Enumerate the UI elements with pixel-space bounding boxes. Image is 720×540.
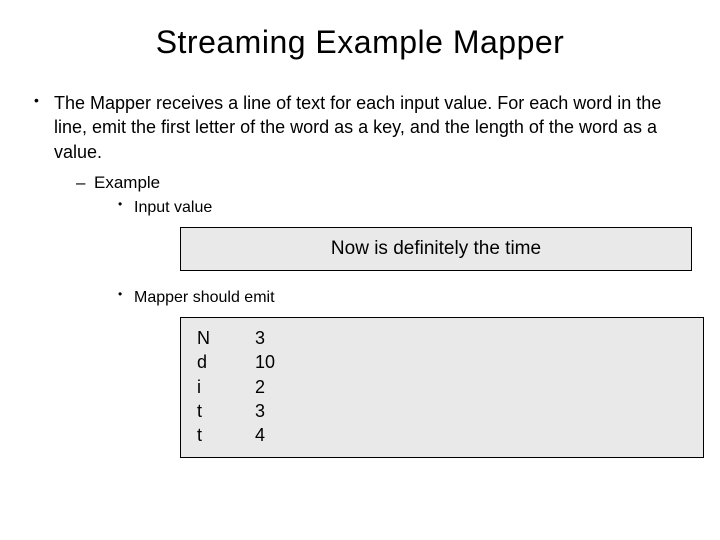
bullet-main-text: The Mapper receives a line of text for e… [54, 93, 661, 162]
output-key: d [197, 350, 255, 374]
output-value: 3 [255, 399, 265, 423]
input-box: Now is definitely the time [180, 227, 692, 271]
output-row: i 2 [197, 375, 687, 399]
output-box: N 3 d 10 i 2 [180, 317, 704, 458]
bullet-mapper-emit: Mapper should emit N 3 d 10 [116, 285, 690, 458]
bullet-list-level2: Example Input value Now is definitely th… [76, 170, 690, 459]
bullet-list-level1: The Mapper receives a line of text for e… [30, 91, 690, 458]
output-key: t [197, 399, 255, 423]
slide: Streaming Example Mapper The Mapper rece… [0, 0, 720, 540]
output-key: N [197, 326, 255, 350]
slide-title: Streaming Example Mapper [0, 0, 720, 61]
bullet-emit-label: Mapper should emit [134, 289, 275, 306]
output-row: d 10 [197, 350, 687, 374]
bullet-input-label: Input value [134, 199, 212, 216]
input-box-text: Now is definitely the time [331, 238, 541, 259]
slide-content: The Mapper receives a line of text for e… [0, 61, 720, 458]
output-row: N 3 [197, 326, 687, 350]
output-row: t 4 [197, 423, 687, 447]
output-key: t [197, 423, 255, 447]
output-value: 3 [255, 326, 265, 350]
output-row: t 3 [197, 399, 687, 423]
bullet-input-value: Input value Now is definitely the time [116, 195, 690, 271]
bullet-example: Example Input value Now is definitely th… [76, 170, 690, 459]
output-value: 4 [255, 423, 265, 447]
bullet-main: The Mapper receives a line of text for e… [30, 91, 690, 458]
bullet-example-label: Example [94, 173, 160, 192]
bullet-list-level3: Input value Now is definitely the time M… [116, 195, 690, 458]
output-value: 2 [255, 375, 265, 399]
output-key: i [197, 375, 255, 399]
output-value: 10 [255, 350, 275, 374]
